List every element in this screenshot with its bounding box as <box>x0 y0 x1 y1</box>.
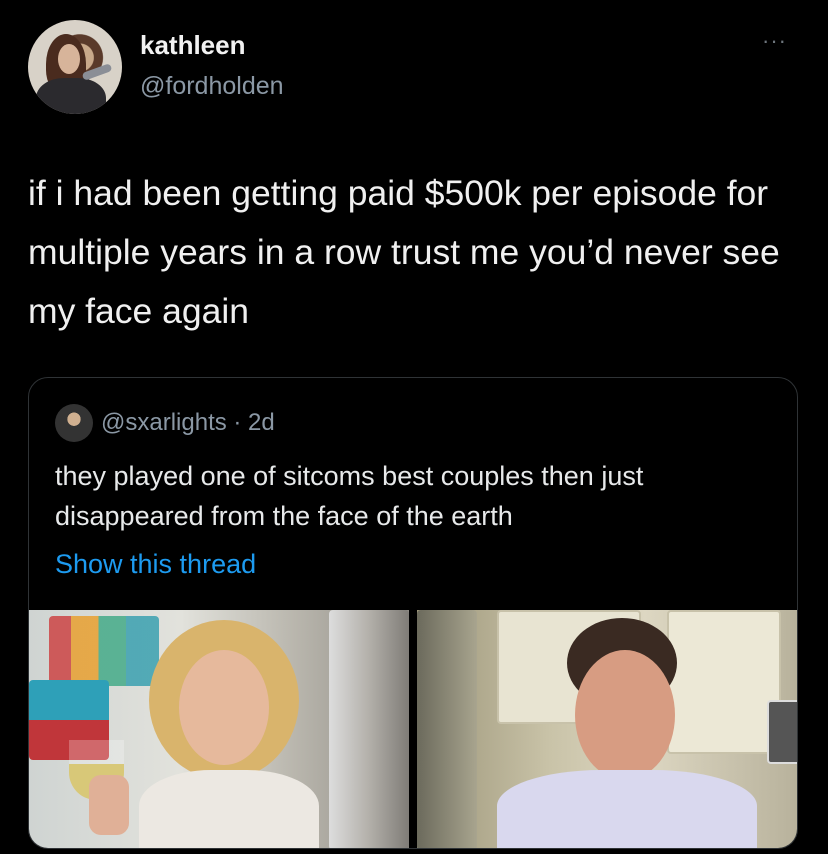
avatar-face <box>58 44 80 74</box>
woman-top <box>139 770 319 848</box>
quoted-handle-time[interactable]: @sxarlights · 2d <box>101 409 275 437</box>
avatar-prop <box>81 63 113 81</box>
photo-woman-holding-wine-glass[interactable] <box>29 610 409 848</box>
more-options-icon[interactable]: ··· <box>762 28 787 54</box>
avatar-coat <box>36 78 106 114</box>
man-shirt <box>497 770 757 848</box>
cabinet <box>667 610 781 754</box>
show-thread-link[interactable]: Show this thread <box>55 549 256 580</box>
hand <box>89 775 129 835</box>
window <box>417 610 477 848</box>
photo-man-smiling-kitchen[interactable] <box>417 610 797 848</box>
quoted-tweet[interactable]: @sxarlights · 2d they played one of sitc… <box>28 377 798 849</box>
avatar[interactable] <box>28 20 122 114</box>
doorframe <box>329 610 409 848</box>
tweet-text: if i had been getting paid $500k per epi… <box>28 173 780 331</box>
shelf-bottles <box>49 616 159 686</box>
display-name[interactable]: kathleen <box>140 30 246 61</box>
man-face <box>575 650 675 780</box>
user-handle[interactable]: @fordholden <box>140 72 284 101</box>
microwave <box>767 700 797 764</box>
woman-face <box>179 650 269 765</box>
quoted-tweet-text: they played one of sitcoms best couples … <box>55 461 644 531</box>
quoted-avatar[interactable] <box>55 404 93 442</box>
